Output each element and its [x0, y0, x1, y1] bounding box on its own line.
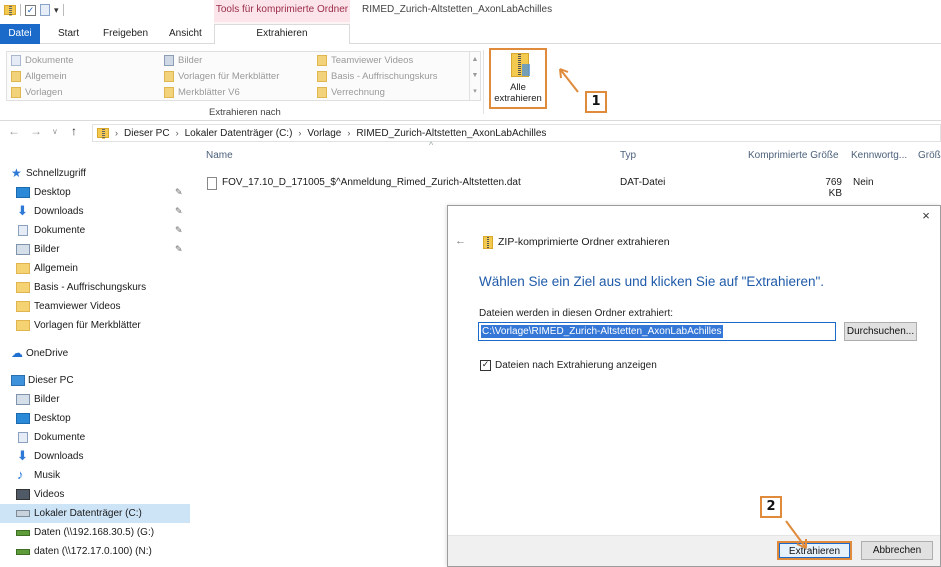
- annotation-arrow-2: [785, 520, 807, 549]
- annotation-badge-2: 2: [760, 496, 782, 518]
- annotation-badge-1: 1: [585, 91, 607, 113]
- annotation-arrows: [559, 68, 807, 549]
- annotation-arrow-1: [559, 68, 579, 93]
